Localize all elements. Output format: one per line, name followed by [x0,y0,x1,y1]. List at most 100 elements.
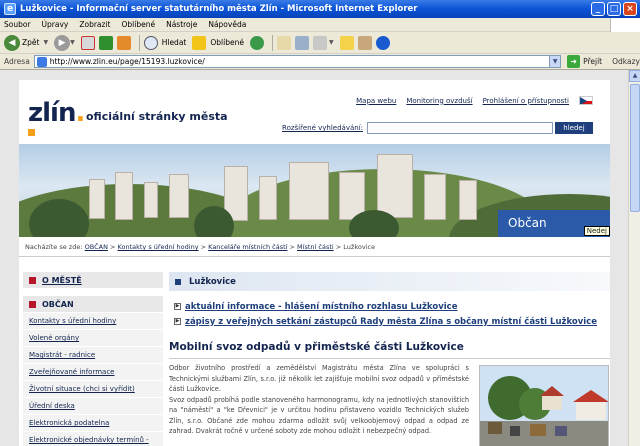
page-heading: Lužkovice [169,272,610,291]
favorites-label: Oblíbené [210,38,244,47]
article-body: Odbor životního prostředí a zemědělství … [169,363,610,446]
folder-icon[interactable] [339,35,354,50]
bluetooth-icon[interactable] [375,35,390,50]
content-link[interactable]: ▶ aktuální informace - hlášení místního … [174,299,610,314]
logo-text: zlín [28,98,76,128]
breadcrumb-item[interactable]: Kontakty s úřední hodiny [118,243,199,251]
nav-item[interactable]: Volené orgány [23,330,163,347]
search-submit-button[interactable]: hledej [555,122,593,134]
tooltip: Nedej [583,226,610,236]
mail-icon[interactable] [276,35,291,50]
menu-bar: Soubor Úpravy Zobrazit Oblíbené Nástroje… [0,18,640,32]
arrow-box-icon: ▶ [174,318,181,325]
favorites-star-icon [192,35,207,50]
history-icon[interactable] [249,35,264,50]
menu-help[interactable]: Nápověda [208,20,246,29]
ie-app-icon: e [4,3,16,15]
address-field[interactable] [33,55,551,68]
link-air-monitoring[interactable]: Monitoring ovzduší [406,97,472,105]
menu-file[interactable]: Soubor [4,20,31,29]
nav-item[interactable]: Elektronické objednávky termínů - [23,432,163,446]
scroll-thumb[interactable] [630,84,640,212]
czech-flag-icon[interactable] [579,96,593,105]
go-label: Přejít [583,57,603,66]
toolbar-separator [271,34,273,51]
toolbar-separator [138,34,140,51]
stop-icon[interactable] [80,35,95,50]
site-tagline: oficiální stránky města [86,110,228,123]
back-arrow-icon: ◀ [4,34,20,51]
print-icon[interactable] [294,35,309,50]
top-links: Mapa webu Monitoring ovzduší Prohlášení … [346,96,593,105]
menu-view[interactable]: Zobrazit [79,20,110,29]
close-button[interactable]: × [623,2,637,16]
menu-tools[interactable]: Nástroje [166,20,197,29]
article-title: Mobilní svoz odpadů v přiměstské části L… [169,341,464,353]
menu-favorites[interactable]: Oblíbené [122,20,156,29]
city-banner: Občan Nedej [19,144,610,237]
edit-dropdown-icon[interactable]: ▼ [329,39,334,46]
edit-icon[interactable] [312,35,327,50]
arrow-box-icon: ▶ [174,303,181,310]
content-link[interactable]: ▶ zápisy z veřejných setkání zástupců Ra… [174,314,610,329]
home-icon[interactable] [116,35,131,50]
bullet-square-icon [29,300,36,308]
address-dropdown-icon[interactable]: ▼ [550,55,562,68]
messenger-icon[interactable] [357,35,372,50]
logo-accent [28,129,35,136]
heading-bullet-icon [175,278,181,285]
forward-arrow-icon[interactable]: ▶ [54,34,71,51]
zlin-logo[interactable]: zlín. [28,98,85,128]
main-content: Lužkovice ▶ aktuální informace - hlášení… [169,272,610,446]
article-paragraph: Svoz odpadů probíhá podle stanoveného ha… [169,395,469,436]
breadcrumb: Nacházíte se zde: OBČAN > Kontakty s úře… [25,243,376,251]
address-bar: Adresa ▼ ➜ Přejít Odkazy [0,54,640,70]
link-sitemap[interactable]: Mapa webu [356,97,396,105]
minimize-button[interactable]: _ [591,2,605,16]
address-input[interactable] [49,57,540,66]
maximize-button[interactable]: □ [607,2,621,16]
toolbar: ◀ Zpět ▼ ▶ ▼ Hledat Oblíbené ▼ [0,32,640,54]
back-button[interactable]: ◀ Zpět [4,34,40,51]
nav-item[interactable]: Kontakty s úřední hodiny [23,313,163,330]
scroll-up-icon[interactable]: ▲ [629,70,640,82]
vertical-scrollbar[interactable]: ▲ [628,70,640,446]
nav-item[interactable]: Magistrát - radnice [23,347,163,364]
nav-item[interactable]: Zveřejňované informace [23,364,163,381]
bullet-square-icon [29,276,36,284]
nav-item[interactable]: Životní situace (chci si vyřídit) [23,381,163,398]
site-container: zlín. oficiální stránky města Mapa webu … [19,80,610,446]
window-titlebar: e Lužkovice - Informační server statutár… [0,0,640,18]
back-label: Zpět [22,38,40,47]
article-photo [479,365,609,446]
article-paragraph: Odbor životního prostředí a zemědělství … [169,364,469,393]
left-navigation: O MĚSTĚ OBČAN Kontakty s úřední hodiny V… [23,272,163,446]
site-search: Rozšířené vyhledávání: hledej [282,122,593,134]
refresh-icon[interactable] [98,35,113,50]
breadcrumb-item[interactable]: Kanceláře místních částí [208,243,287,251]
address-label: Adresa [4,57,30,66]
window-title: Lužkovice - Informační server statutární… [20,4,418,14]
advanced-search-link[interactable]: Rozšířené vyhledávání: [282,124,363,132]
nav-item[interactable]: Elektronická podatelna [23,415,163,432]
nav-section-o-meste[interactable]: O MĚSTĚ [23,272,163,289]
search-input[interactable] [367,122,553,134]
search-icon [143,35,158,50]
nav-section-obcan[interactable]: OBČAN [23,296,163,313]
link-accessibility[interactable]: Prohlášení o přístupnosti [483,97,569,105]
nav-item[interactable]: Úřední deska [23,398,163,415]
breadcrumb-item[interactable]: Místní části [297,243,334,251]
page-viewport: zlín. oficiální stránky města Mapa webu … [0,70,628,446]
go-button[interactable]: ➜ Přejít [567,55,602,68]
links-button[interactable]: Odkazy [612,57,640,66]
go-arrow-icon: ➜ [567,55,581,68]
forward-dropdown-icon[interactable]: ▼ [70,39,75,46]
menu-edit[interactable]: Úpravy [42,20,69,29]
search-button[interactable]: Hledat [143,35,186,50]
breadcrumb-item[interactable]: OBČAN [85,243,108,251]
breadcrumb-prefix: Nacházíte se zde: [25,243,83,251]
back-dropdown-icon[interactable]: ▼ [43,39,48,46]
divider [19,256,610,257]
divider [169,358,610,359]
favorites-button[interactable]: Oblíbené [192,35,244,50]
